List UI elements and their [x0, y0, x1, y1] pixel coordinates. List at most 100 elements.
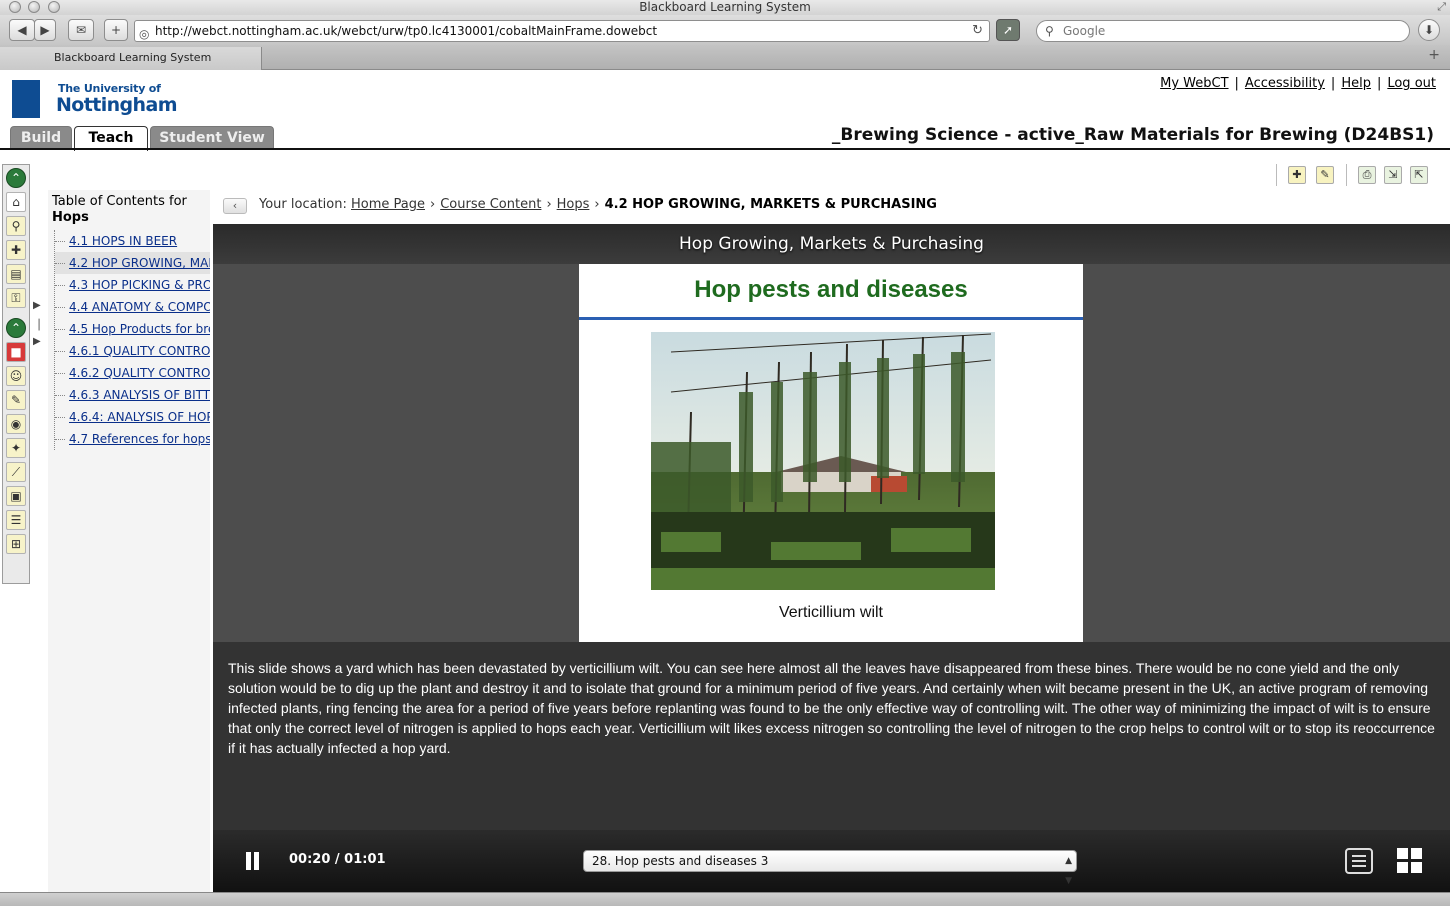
url-bar[interactable]: ◎ http://webct.nottingham.ac.uk/webct/ur…	[134, 20, 990, 42]
logo-big-text: Nottingham	[56, 94, 178, 116]
reload-icon[interactable]: ↻	[972, 21, 983, 41]
toc-link[interactable]: 4.6.1 QUALITY CONTROL	[69, 344, 210, 358]
toc-item[interactable]: 4.5 Hop Products for brewing	[55, 318, 210, 340]
toc-item-selected[interactable]: 4.2 HOP GROWING, MARKETS & PURCHASING	[55, 252, 210, 274]
downloads-button[interactable]: ⬇	[1418, 19, 1440, 41]
slide-select[interactable]: 28. Hop pests and diseases 3 ▲ ▼	[583, 850, 1077, 886]
search-tool-icon[interactable]: ⚲	[6, 216, 26, 236]
print-icon[interactable]: ⎙	[1358, 166, 1376, 184]
toc-item[interactable]: 4.7 References for hops	[55, 428, 210, 450]
url-text: http://webct.nottingham.ac.uk/webct/urw/…	[155, 24, 658, 38]
toc-item[interactable]: 4.6.4: ANALYSIS OF HOP OILS	[55, 406, 210, 428]
toc-item[interactable]: 4.4 ANATOMY & COMPOSITION	[55, 296, 210, 318]
forward-button[interactable]: ▶	[34, 19, 56, 41]
people-icon[interactable]: ☺	[6, 366, 26, 386]
link-help[interactable]: Help	[1341, 76, 1371, 91]
notes-line	[1352, 860, 1366, 862]
university-logo[interactable]: The University of Nottingham	[12, 78, 178, 122]
toc-link[interactable]: 4.3 HOP PICKING & PROCESSING	[69, 278, 210, 292]
breadcrumb-home[interactable]: Home Page	[351, 197, 425, 212]
new-tab-button[interactable]: +	[104, 19, 128, 41]
fullscreen-icon[interactable]: ⤢	[1437, 0, 1446, 14]
pause-button[interactable]	[245, 852, 261, 870]
time-readout: 00:20 / 01:01	[289, 852, 386, 867]
grid-cell	[1411, 848, 1422, 859]
toc-link[interactable]: 4.6.3 ANALYSIS OF BITTER ACIDS	[69, 388, 210, 402]
select-arrows-icon: ▲ ▼	[1065, 856, 1072, 886]
slide-notes: This slide shows a yard which has been d…	[213, 642, 1450, 830]
slide-title: Hop pests and diseases	[694, 276, 968, 303]
collapse-icon[interactable]: ⌃	[6, 168, 26, 188]
snapback-button[interactable]: ➚	[996, 19, 1020, 41]
player-controls: 00:20 / 01:01 28. Hop pests and diseases…	[213, 830, 1450, 892]
toc-link[interactable]: 4.7 References for hops	[69, 432, 210, 446]
import-icon[interactable]: ⇲	[1384, 166, 1402, 184]
collapse-toc-button[interactable]: ‹	[223, 198, 247, 214]
site-icon: ◎	[139, 27, 150, 41]
expand-arrow-icon[interactable]: ▶	[33, 336, 41, 347]
collapse-icon[interactable]: ⌃	[6, 318, 26, 338]
tracking-icon[interactable]: ☰	[6, 510, 26, 530]
download-icon: ⬇	[1423, 23, 1435, 37]
slide-caption: Verticillium wilt	[778, 604, 883, 621]
calendar-icon[interactable]: ▣	[6, 486, 26, 506]
toc-item[interactable]: 4.6.2 QUALITY CONTROL	[55, 362, 210, 384]
slide-grid-button[interactable]	[1397, 848, 1423, 874]
browser-tab[interactable]: Blackboard Learning System	[0, 47, 262, 70]
forward-arrow-icon: ▶	[40, 23, 50, 37]
mail-button[interactable]: ✉	[68, 19, 94, 41]
discussion-icon[interactable]: ✎	[6, 390, 26, 410]
expand-arrow-icon[interactable]: ▶	[33, 300, 41, 311]
search-icon: ⚲	[1045, 24, 1054, 38]
breadcrumb-arrow: ›	[430, 197, 436, 212]
link-log-out[interactable]: Log out	[1387, 76, 1436, 91]
minimize-window-button[interactable]	[28, 1, 40, 13]
separator: |	[1330, 76, 1336, 91]
search-field[interactable]: ⚲ Google	[1036, 20, 1410, 42]
divider-handle-icon[interactable]: ┃	[36, 320, 42, 331]
breadcrumb-hops[interactable]: Hops	[557, 197, 590, 212]
assessment-icon[interactable]: ✦	[6, 438, 26, 458]
breadcrumb-course-content[interactable]: Course Content	[440, 197, 541, 212]
toc-link[interactable]: 4.2 HOP GROWING, MARKETS & PURCHASING	[69, 256, 210, 270]
browser-tab-title: Blackboard Learning System	[54, 51, 212, 64]
status-bar	[0, 892, 1450, 906]
breadcrumb-current: 4.2 HOP GROWING, MARKETS & PURCHASING	[604, 197, 937, 212]
toc-link[interactable]: 4.5 Hop Products for brewing	[69, 322, 210, 336]
tab-build[interactable]: Build	[10, 126, 72, 150]
toc-link[interactable]: 4.6.4: ANALYSIS OF HOP OILS	[69, 410, 210, 424]
toc-item[interactable]: 4.6.1 QUALITY CONTROL	[55, 340, 210, 362]
toc-link[interactable]: 4.1 HOPS IN BEER	[69, 234, 177, 248]
content-icon[interactable]: ▤	[6, 264, 26, 284]
chart-icon[interactable]: ⟋	[6, 462, 26, 482]
new-page-icon[interactable]: ✚	[1288, 166, 1306, 184]
back-arrow-icon: ◀	[17, 23, 27, 37]
toc-item[interactable]: 4.3 HOP PICKING & PROCESSING	[55, 274, 210, 296]
add-tool-icon[interactable]: ✚	[6, 240, 26, 260]
toc-item[interactable]: 4.1 HOPS IN BEER	[55, 230, 210, 252]
link-my-webct[interactable]: My WebCT	[1160, 76, 1228, 91]
breadcrumb-prefix: Your location:	[259, 197, 347, 212]
close-window-button[interactable]	[9, 1, 21, 13]
home-icon[interactable]: ⌂	[6, 192, 26, 212]
export-icon[interactable]: ⇱	[1410, 166, 1428, 184]
zoom-window-button[interactable]	[48, 1, 60, 13]
top-links: My WebCT | Accessibility | Help | Log out	[1160, 76, 1436, 91]
tool-divider	[1276, 164, 1277, 186]
edit-page-icon[interactable]: ✎	[1316, 166, 1334, 184]
pause-icon	[254, 852, 259, 870]
link-accessibility[interactable]: Accessibility	[1245, 76, 1325, 91]
tab-student-view[interactable]: Student View	[150, 126, 274, 150]
back-button[interactable]: ◀	[9, 19, 35, 41]
table-of-contents: Table of Contents for Hops 4.1 HOPS IN B…	[48, 190, 210, 892]
notes-toggle-button[interactable]	[1345, 848, 1373, 874]
toc-link[interactable]: 4.4 ANATOMY & COMPOSITION	[69, 300, 210, 314]
package-icon[interactable]: ■	[6, 342, 26, 362]
toc-link[interactable]: 4.6.2 QUALITY CONTROL	[69, 366, 210, 380]
grid-tool-icon[interactable]: ⊞	[6, 534, 26, 554]
lock-icon[interactable]: ⚿	[6, 288, 26, 308]
add-tab-icon[interactable]: +	[1428, 47, 1440, 63]
notes-text: This slide shows a yard which has been d…	[228, 660, 1435, 756]
toc-item[interactable]: 4.6.3 ANALYSIS OF BITTER ACIDS	[55, 384, 210, 406]
chat-icon[interactable]: ◉	[6, 414, 26, 434]
